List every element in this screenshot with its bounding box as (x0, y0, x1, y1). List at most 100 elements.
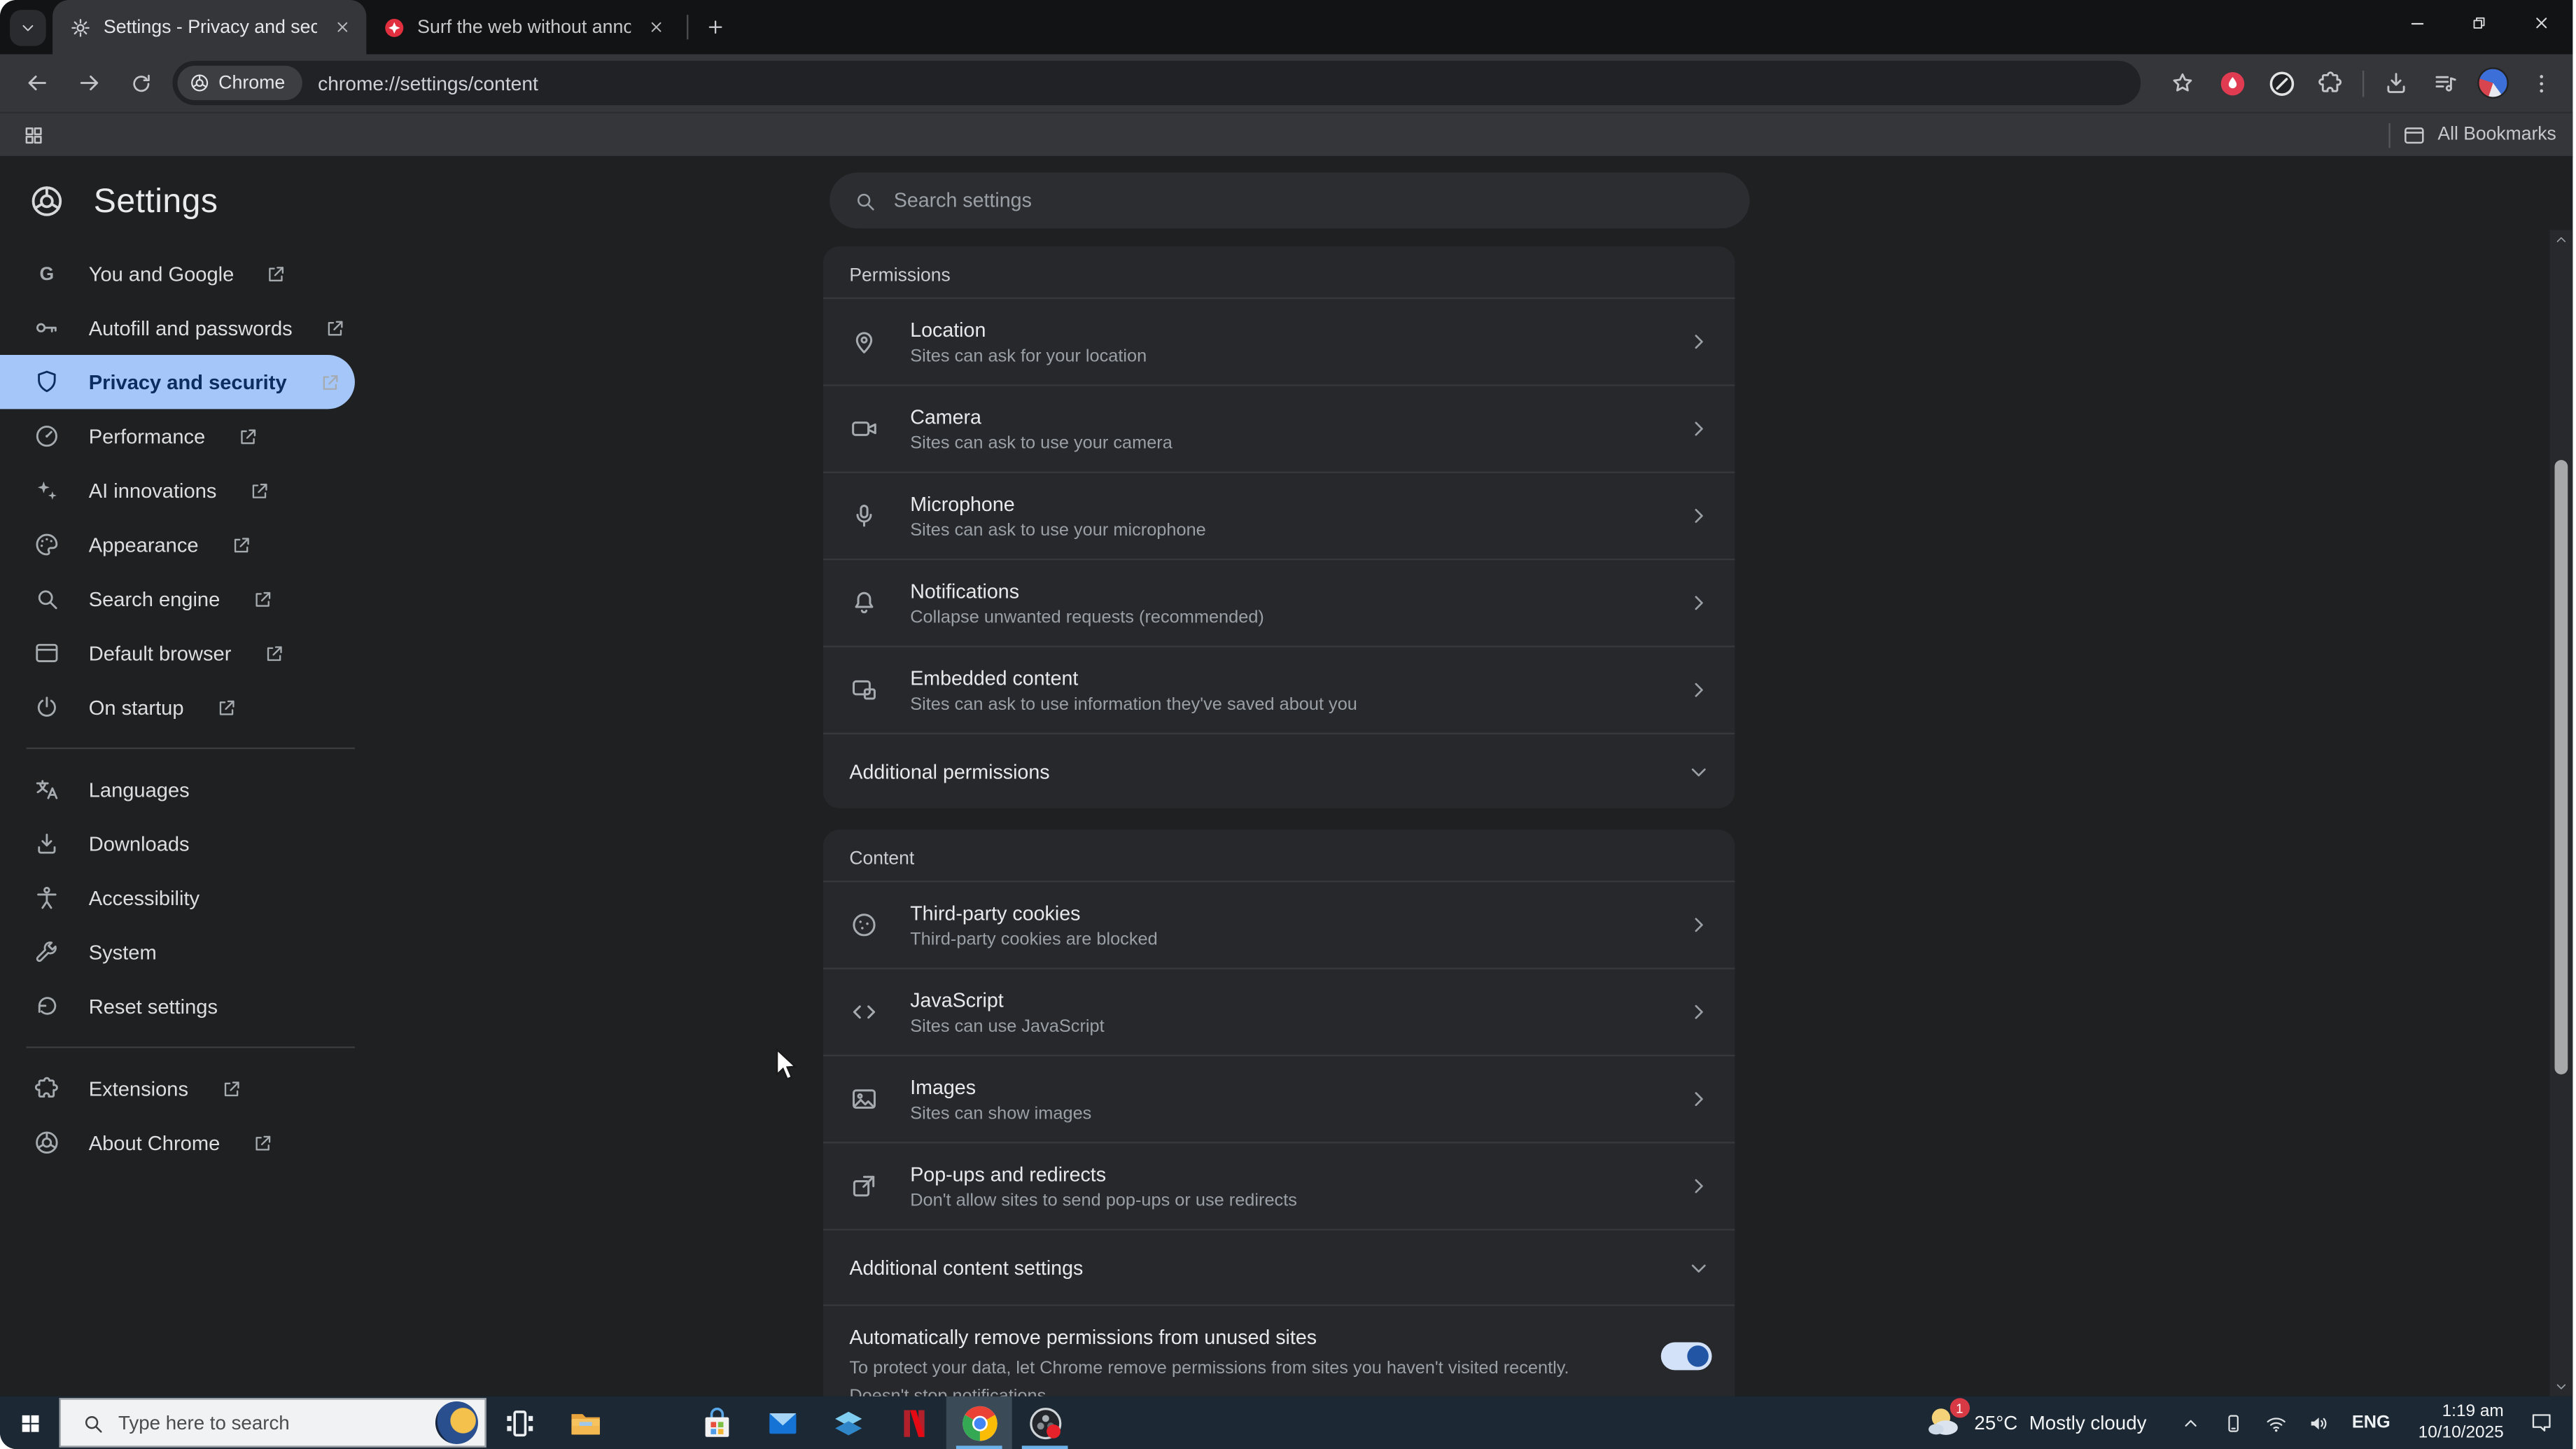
external-link-icon (230, 533, 253, 556)
sidebar-item-default-browser[interactable]: Default browser (0, 626, 355, 680)
auto-remove-permissions-row: Automatically remove permissions from un… (822, 1304, 1735, 1396)
search-highlight-image[interactable] (435, 1401, 478, 1444)
toggle-knob (1687, 1345, 1709, 1367)
task-view-button[interactable] (486, 1396, 552, 1449)
apps-grid-icon[interactable] (16, 118, 50, 152)
menu-kebab-button[interactable] (2524, 66, 2558, 100)
sidebar-item-on-startup[interactable]: On startup (0, 680, 355, 734)
all-bookmarks-button[interactable]: All Bookmarks (2437, 125, 2556, 144)
chevron-right-icon (1686, 590, 1712, 617)
back-button[interactable] (15, 62, 57, 104)
obs-studio-icon[interactable] (1012, 1396, 1078, 1449)
additional-content-settings-row[interactable]: Additional content settings (822, 1228, 1735, 1305)
row-microphone[interactable]: Microphone Sites can ask to use your mic… (822, 471, 1735, 559)
scroll-down-arrow[interactable] (2549, 1377, 2572, 1396)
extensions-puzzle-button[interactable] (2313, 66, 2347, 100)
sidebar-item-appearance[interactable]: Appearance (0, 517, 355, 571)
row-title: Embedded content (910, 666, 1079, 690)
reload-button[interactable] (120, 62, 162, 104)
toggle-row-description: To protect your data, let Chrome remove … (849, 1358, 1569, 1396)
search-settings-input[interactable]: Search settings (830, 172, 1750, 229)
tab-settings[interactable]: Settings - Privacy and security (52, 0, 367, 55)
close-button[interactable] (2510, 0, 2572, 46)
language-indicator[interactable]: ENG (2347, 1413, 2395, 1432)
start-button[interactable] (0, 1396, 59, 1449)
row-icon (849, 1084, 878, 1114)
tray-expand-chevron[interactable] (2176, 1408, 2206, 1437)
sidebar-item-label: Extensions (88, 1077, 189, 1100)
row-subtitle: Sites can ask for your location (910, 346, 1147, 366)
adblock-extension-icon[interactable] (2215, 66, 2249, 100)
row-images[interactable]: Images Sites can show images (822, 1054, 1735, 1142)
action-center-icon[interactable] (2527, 1408, 2556, 1437)
minimize-button[interactable] (2386, 0, 2448, 46)
weather-widget[interactable]: 1 25°C Mostly cloudy (1924, 1398, 2146, 1442)
phone-link-icon[interactable] (2219, 1408, 2248, 1437)
collapse-label: Additional permissions (849, 760, 1050, 783)
sidebar-item-system[interactable]: System (0, 925, 355, 979)
mail-icon[interactable] (749, 1396, 815, 1449)
row-camera[interactable]: Camera Sites can ask to use your camera (822, 384, 1735, 471)
toolbar-divider (2362, 69, 2365, 97)
sidebar-item-search-engine[interactable]: Search engine (0, 572, 355, 626)
netflix-icon[interactable] (881, 1396, 946, 1449)
copilot-icon[interactable] (617, 1396, 683, 1449)
row-subtitle: Sites can use JavaScript (910, 1016, 1105, 1036)
row-location[interactable]: Location Sites can ask for your location (822, 297, 1735, 384)
sidebar-item-privacy[interactable]: Privacy and security (0, 354, 355, 410)
row-third-party-cookies[interactable]: Third-party cookies Third-party cookies … (822, 880, 1735, 967)
page-title: Settings (93, 181, 218, 220)
row-popups[interactable]: Pop-ups and redirects Don't allow sites … (822, 1142, 1735, 1228)
scrollbar-thumb[interactable] (2554, 460, 2568, 1074)
row-notifications[interactable]: Notifications Collapse unwanted requests… (822, 558, 1735, 645)
sidebar-item-ai[interactable]: AI innovations (0, 463, 355, 517)
sidebar-item-accessibility[interactable]: Accessibility (0, 871, 355, 925)
address-bar[interactable]: Chrome chrome://settings/content (172, 60, 2141, 106)
row-javascript[interactable]: JavaScript Sites can use JavaScript (822, 967, 1735, 1054)
chrome-taskbar-icon[interactable] (946, 1396, 1012, 1449)
downloads-button[interactable] (2379, 66, 2413, 100)
row-icon (849, 501, 878, 531)
page-scrollbar[interactable] (2549, 230, 2573, 1396)
sidebar-item-icon (33, 693, 61, 721)
chrome-url-chip[interactable]: Chrome (177, 65, 302, 101)
taskbar-tray: 1 25°C Mostly cloudy ENG 1:19 am 10/10/2… (1924, 1398, 2573, 1444)
sidebar-item-downloads[interactable]: Downloads (0, 816, 355, 870)
sidebar-item-languages[interactable]: Languages (0, 762, 355, 816)
tab-search-button[interactable] (10, 8, 46, 46)
restore-button[interactable] (2448, 0, 2510, 46)
sidebar-item-performance[interactable]: Performance (0, 409, 355, 463)
tab-surf-web[interactable]: Surf the web without annoying (366, 0, 680, 54)
external-link-icon (323, 316, 346, 340)
sidebar-item-autofill[interactable]: Autofill and passwords (0, 300, 355, 354)
profile-avatar[interactable] (2477, 67, 2509, 99)
tab-close-icon[interactable] (328, 14, 355, 41)
network-icon[interactable] (2262, 1408, 2291, 1437)
row-embedded-content[interactable]: Embedded content Sites can ask to use in… (822, 645, 1735, 732)
sidebar-item-extensions[interactable]: Extensions (0, 1061, 355, 1115)
tab-strip: Settings - Privacy and security Surf the… (0, 0, 2573, 55)
file-explorer-icon[interactable] (552, 1396, 618, 1449)
dark-extension-icon[interactable] (2264, 66, 2298, 100)
microsoft-store-icon[interactable] (683, 1396, 749, 1449)
media-queue-button[interactable] (2428, 66, 2463, 100)
row-subtitle: Sites can ask to use your camera (910, 433, 1172, 453)
bookmark-star-button[interactable] (2165, 66, 2199, 100)
chevron-down-icon (1686, 1254, 1712, 1281)
auto-remove-toggle[interactable] (1660, 1342, 1712, 1371)
sidebar-item-about[interactable]: About Chrome (0, 1116, 355, 1170)
sidebar-item-icon (33, 830, 61, 858)
sidebar-item-reset[interactable]: Reset settings (0, 979, 355, 1033)
sidebar-item-label: Autofill and passwords (88, 316, 293, 340)
sidebar-item-you-and-google[interactable]: You and Google (0, 246, 355, 300)
additional-permissions-row[interactable]: Additional permissions (822, 732, 1735, 808)
app-icon (960, 1404, 998, 1441)
scroll-up-arrow[interactable] (2549, 230, 2572, 250)
tab-close-icon[interactable] (643, 14, 669, 41)
forward-button[interactable] (67, 62, 110, 104)
volume-icon[interactable] (2304, 1408, 2334, 1437)
security-app-icon[interactable] (815, 1396, 881, 1449)
clock[interactable]: 1:19 am 10/10/2025 (2409, 1401, 2514, 1444)
new-tab-button[interactable] (695, 8, 734, 47)
taskbar-search-input[interactable]: Type here to search (59, 1398, 486, 1448)
